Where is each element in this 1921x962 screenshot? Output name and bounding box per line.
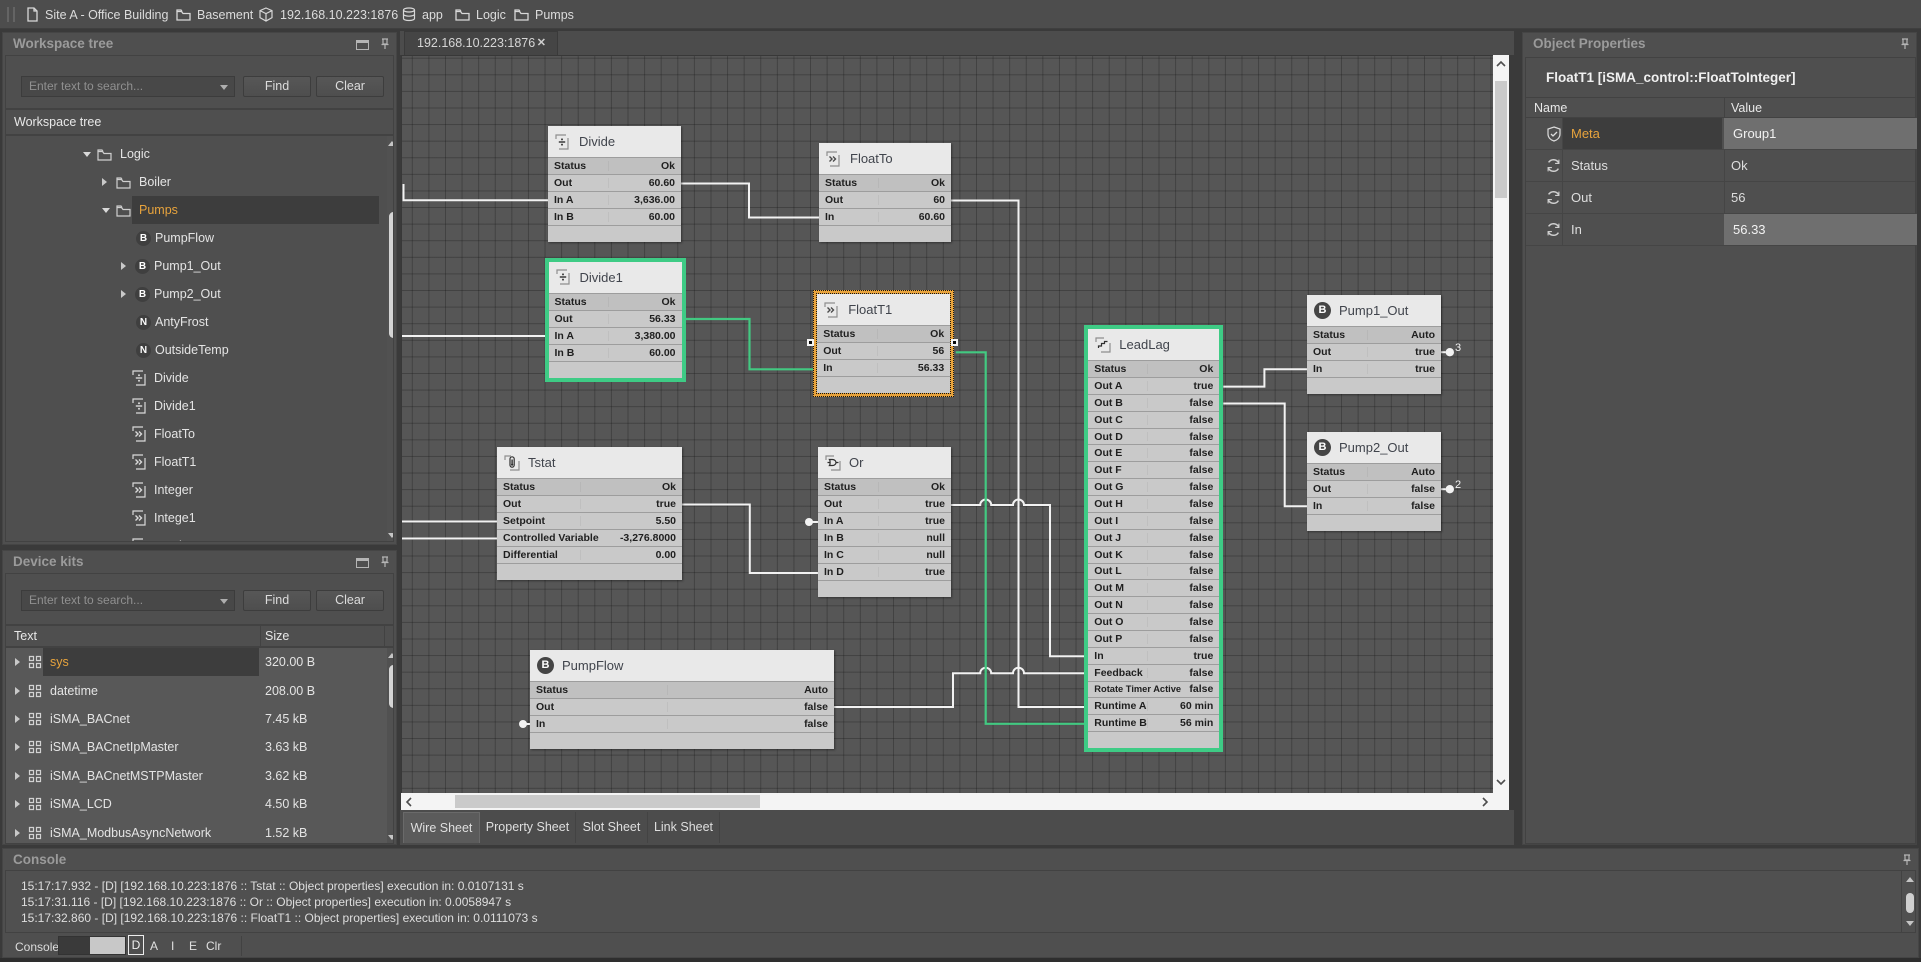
- svg-text:2: 2: [1455, 479, 1461, 491]
- svg-text:3: 3: [1455, 342, 1461, 354]
